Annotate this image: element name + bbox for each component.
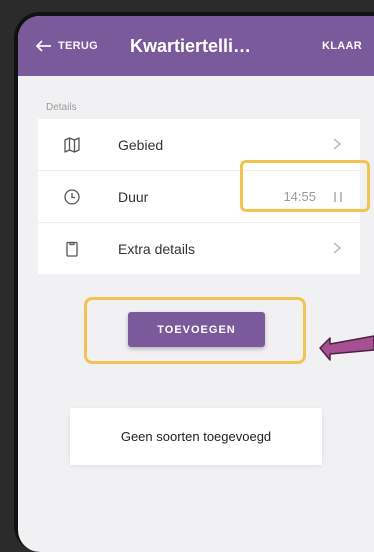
app-screen: TERUG Kwartiertelli… KLAAR Details Gebie… (18, 16, 374, 552)
back-label: TERUG (58, 40, 98, 52)
done-button[interactable]: KLAAR (322, 40, 362, 52)
details-section-label: Details (46, 102, 77, 113)
page-title: Kwartiertelli… (130, 35, 252, 56)
species-empty-state: Geen soorten toegevoegd (70, 408, 322, 465)
arrow-left-icon (36, 40, 51, 52)
detail-row-label: Extra details (118, 240, 196, 257)
back-button[interactable]: TERUG (36, 40, 98, 52)
detail-row-label: Duur (118, 188, 149, 205)
chevron-right-icon (332, 137, 342, 153)
empty-message: Geen soorten toegevoegd (120, 429, 272, 444)
map-icon (62, 135, 82, 155)
app-header: TERUG Kwartiertelli… KLAAR (18, 16, 374, 76)
pointer-arrow-icon (319, 335, 374, 361)
duration-highlight (240, 160, 370, 212)
add-button[interactable]: TOEVOEGEN (128, 312, 265, 347)
clock-icon (62, 187, 82, 207)
clipboard-icon (62, 239, 82, 259)
detail-row-label: Gebied (118, 136, 164, 153)
chevron-right-icon (332, 241, 342, 257)
phone-frame: TERUG Kwartiertelli… KLAAR Details Gebie… (14, 12, 374, 552)
detail-row-extra[interactable]: Extra details (38, 223, 360, 274)
